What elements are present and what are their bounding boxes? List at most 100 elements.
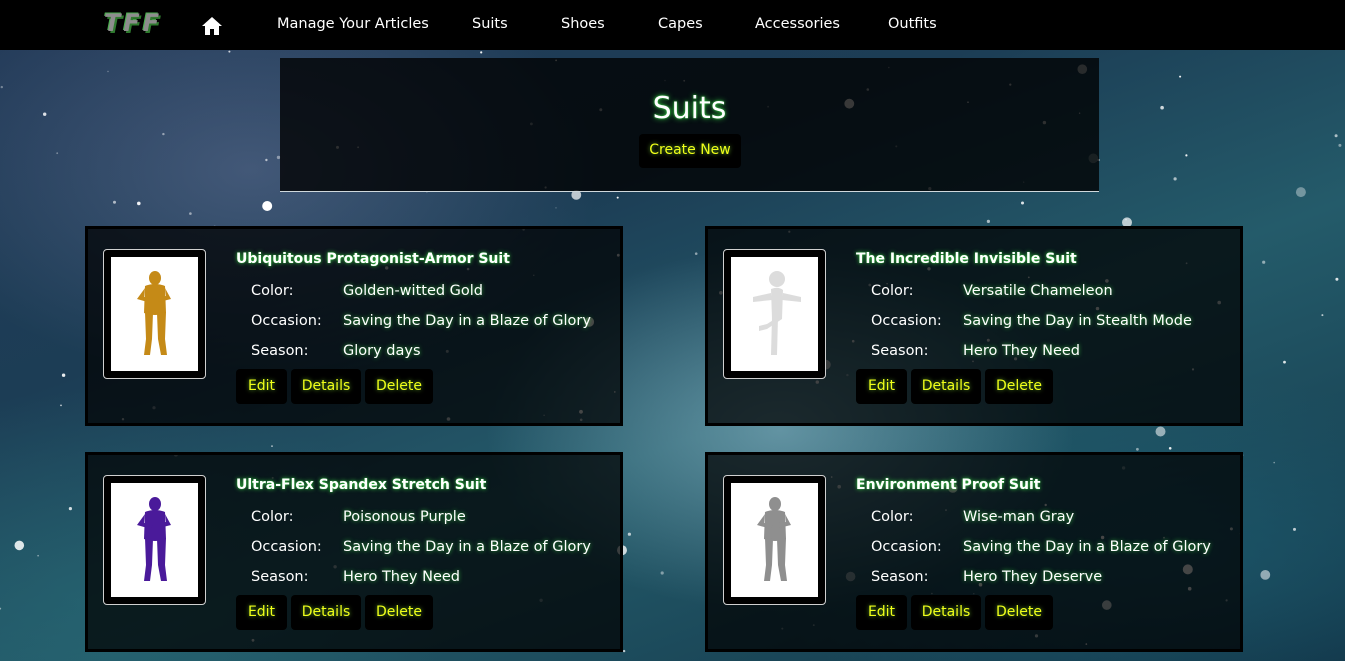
suit-image	[111, 483, 198, 597]
occasion-label: Occasion:	[871, 313, 942, 329]
figure-part	[143, 538, 153, 581]
figure-part	[156, 312, 167, 355]
suit-card: Ubiquitous Protagonist-Armor Suit Color:…	[85, 226, 623, 426]
star	[1125, 218, 1127, 221]
star	[1321, 314, 1324, 317]
suit-name: The Incredible Invisible Suit	[856, 251, 1077, 267]
star	[14, 540, 25, 551]
figure-part	[758, 317, 782, 331]
figure-part	[752, 293, 772, 302]
brand-logo[interactable]: TFF	[104, 9, 162, 37]
star	[43, 112, 47, 116]
page-title: Suits	[652, 91, 727, 126]
delete-button[interactable]: Delete	[365, 595, 433, 630]
star	[262, 201, 273, 211]
details-button[interactable]: Details	[291, 369, 361, 404]
star	[694, 252, 698, 255]
details-button[interactable]: Details	[911, 369, 981, 404]
details-button[interactable]: Details	[291, 595, 361, 630]
star	[1295, 187, 1306, 198]
star	[265, 158, 268, 162]
figure-part	[770, 287, 783, 319]
figure-part	[148, 271, 161, 285]
suit-thumbnail[interactable]	[723, 475, 826, 605]
color-label: Color:	[871, 283, 914, 299]
star	[622, 649, 626, 653]
star	[1273, 461, 1275, 464]
nav-suits[interactable]: Suits	[472, 16, 508, 32]
star	[61, 373, 66, 377]
star	[0, 85, 3, 89]
star	[137, 201, 141, 206]
color-value: Golden-witted Gold	[343, 283, 484, 299]
figure-part	[768, 497, 781, 511]
occasion-value: Saving the Day in a Blaze of Glory	[343, 313, 591, 329]
suit-image	[111, 257, 198, 371]
color-value: Wise-man Gray	[963, 509, 1075, 525]
edit-button[interactable]: Edit	[856, 595, 907, 630]
star	[627, 532, 632, 536]
color-label: Color:	[871, 509, 914, 525]
occasion-value: Saving the Day in Stealth Mode	[963, 313, 1192, 329]
suit-figure-image	[756, 497, 791, 581]
figure-part	[148, 497, 161, 511]
star	[162, 132, 165, 136]
star	[1179, 75, 1182, 78]
season-value: Hero They Need	[343, 569, 460, 585]
star	[189, 212, 192, 215]
suit-thumbnail[interactable]	[103, 475, 206, 605]
star	[113, 200, 116, 204]
occasion-label: Occasion:	[251, 313, 322, 329]
star	[1293, 527, 1296, 531]
star	[37, 554, 39, 557]
star	[1160, 105, 1164, 110]
figure-part	[781, 293, 801, 302]
nav-accessories[interactable]: Accessories	[755, 16, 840, 32]
delete-button[interactable]: Delete	[365, 369, 433, 404]
star	[228, 50, 231, 53]
suit-image	[731, 483, 818, 597]
suit-figure-image	[136, 271, 171, 355]
nav-capes[interactable]: Capes	[658, 16, 703, 32]
star	[271, 445, 273, 447]
details-button[interactable]: Details	[911, 595, 981, 630]
top-navbar: TFF Manage Your Articles Suits Shoes Cap…	[0, 0, 1345, 50]
home-icon[interactable]	[201, 16, 223, 36]
star	[68, 507, 72, 511]
season-value: Hero They Deserve	[963, 569, 1103, 585]
suit-thumbnail[interactable]	[723, 249, 826, 379]
color-label: Color:	[251, 509, 294, 525]
suit-thumbnail[interactable]	[103, 249, 206, 379]
color-value: Poisonous Purple	[343, 509, 466, 525]
star	[1136, 447, 1139, 451]
star	[1283, 360, 1286, 364]
suit-name: Environment Proof Suit	[856, 477, 1041, 493]
star	[555, 207, 557, 209]
suit-card: The Incredible Invisible Suit Color: Ver…	[705, 226, 1243, 426]
nav-outfits[interactable]: Outfits	[888, 16, 937, 32]
figure-part	[768, 271, 785, 287]
star	[1185, 154, 1188, 157]
nav-shoes[interactable]: Shoes	[561, 16, 605, 32]
edit-button[interactable]: Edit	[236, 595, 287, 630]
nav-manage-articles[interactable]: Manage Your Articles	[277, 16, 429, 32]
star	[1168, 447, 1172, 450]
edit-button[interactable]: Edit	[236, 369, 287, 404]
star	[0, 607, 2, 610]
season-label: Season:	[251, 569, 309, 585]
page-header: Suits Create New	[280, 58, 1099, 192]
occasion-value: Saving the Day in a Blaze of Glory	[963, 539, 1211, 555]
figure-part	[156, 538, 167, 581]
create-new-button[interactable]: Create New	[639, 134, 741, 168]
color-value: Versatile Chameleon	[963, 283, 1113, 299]
delete-button[interactable]: Delete	[985, 369, 1053, 404]
color-label: Color:	[251, 283, 294, 299]
occasion-label: Occasion:	[871, 539, 942, 555]
occasion-label: Occasion:	[251, 539, 322, 555]
star	[480, 51, 483, 54]
star	[1021, 201, 1024, 205]
suit-card: Environment Proof Suit Color: Wise-man G…	[705, 452, 1243, 652]
edit-button[interactable]: Edit	[856, 369, 907, 404]
delete-button[interactable]: Delete	[985, 595, 1053, 630]
suit-card: Ultra-Flex Spandex Stretch Suit Color: P…	[85, 452, 623, 652]
